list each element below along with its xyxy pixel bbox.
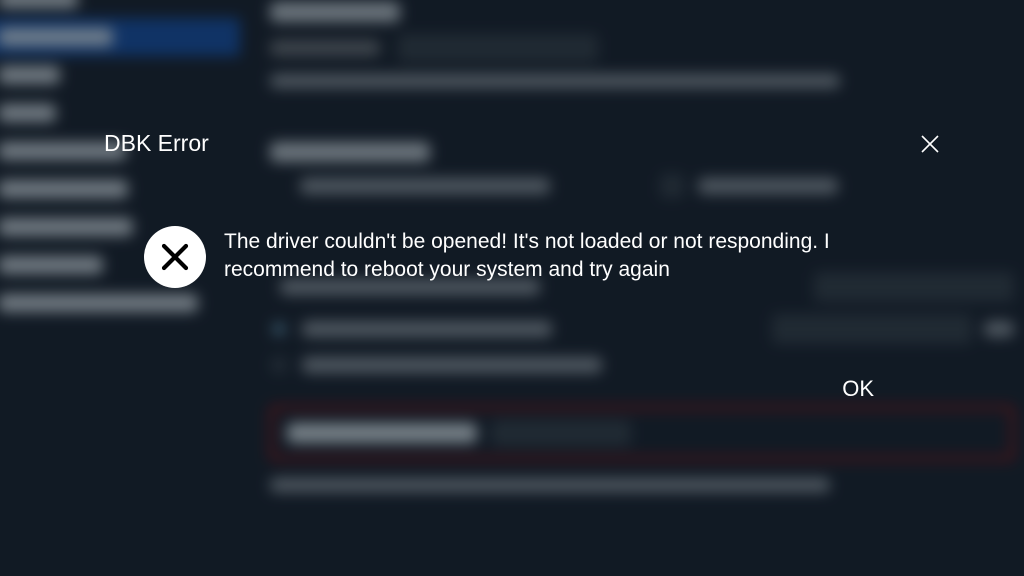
ok-button[interactable]: OK (832, 370, 884, 408)
error-icon (144, 226, 206, 288)
dialog-title: DBK Error (104, 130, 209, 157)
close-icon (920, 134, 940, 154)
dialog-close-button[interactable] (914, 128, 946, 160)
dialog-message: The driver couldn't be opened! It's not … (224, 228, 934, 285)
error-dialog: DBK Error The driver couldn't be opened!… (0, 0, 1024, 576)
